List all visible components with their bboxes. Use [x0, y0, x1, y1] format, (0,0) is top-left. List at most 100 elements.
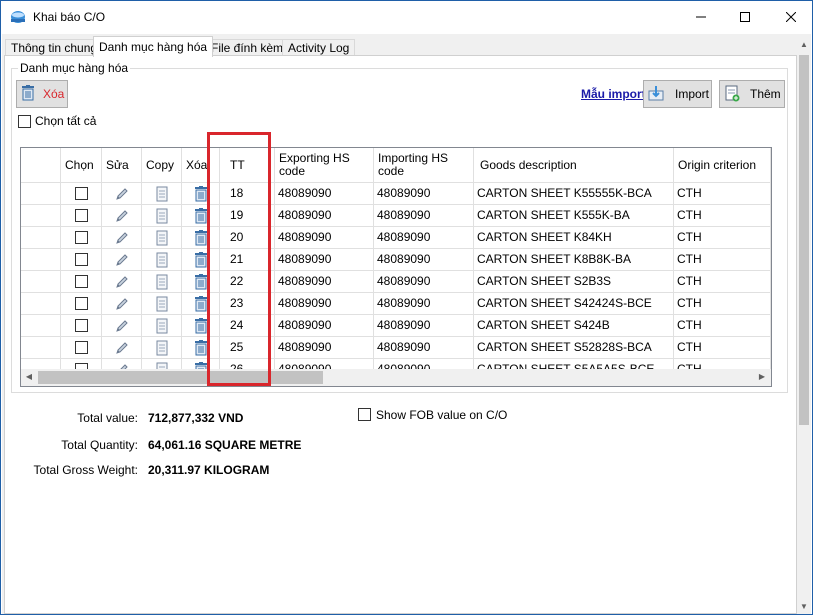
row-origin-criterion[interactable]: CTH — [674, 249, 771, 271]
row-exporting-hs[interactable]: 48089090 — [275, 205, 374, 227]
tab-goods-list[interactable]: Danh mục hàng hóa — [93, 36, 214, 57]
row-exporting-hs[interactable]: 48089090 — [275, 227, 374, 249]
row-goods-description[interactable]: CARTON SHEET K8B8K-BA — [474, 249, 674, 271]
col-header-edit[interactable]: Sửa — [102, 148, 142, 183]
show-fob-checkbox[interactable] — [358, 408, 371, 421]
row-select-checkbox[interactable] — [75, 187, 88, 200]
row-header[interactable] — [21, 293, 61, 315]
row-exporting-hs[interactable]: 48089090 — [275, 337, 374, 359]
row-goods-description[interactable]: CARTON SHEET S424B — [474, 315, 674, 337]
grid-horizontal-scroll-thumb[interactable] — [38, 371, 323, 384]
row-edit-button[interactable] — [102, 227, 142, 249]
row-edit-button[interactable] — [102, 293, 142, 315]
select-all-label: Chọn tất cả — [35, 114, 97, 128]
row-origin-criterion[interactable]: CTH — [674, 271, 771, 293]
row-edit-button[interactable] — [102, 271, 142, 293]
row-edit-button[interactable] — [102, 337, 142, 359]
row-edit-button[interactable] — [102, 183, 142, 205]
maximize-button[interactable] — [725, 5, 765, 29]
col-header-select[interactable]: Chọn — [61, 148, 102, 183]
row-header[interactable] — [21, 227, 61, 249]
row-header[interactable] — [21, 249, 61, 271]
row-copy-button[interactable] — [142, 337, 182, 359]
row-exporting-hs[interactable]: 48089090 — [275, 183, 374, 205]
row-goods-description[interactable]: CARTON SHEET S52828S-BCA — [474, 337, 674, 359]
row-importing-hs[interactable]: 48089090 — [374, 227, 474, 249]
row-select-checkbox[interactable] — [75, 297, 88, 310]
row-header[interactable] — [21, 183, 61, 205]
add-button[interactable]: Thêm — [719, 80, 785, 108]
row-origin-criterion[interactable]: CTH — [674, 293, 771, 315]
col-header-origin-criterion[interactable]: Origin criterion — [674, 148, 771, 183]
col-header-importing-hs[interactable]: Importing HS code — [374, 148, 474, 183]
row-goods-description[interactable]: CARTON SHEET K55555K-BCA — [474, 183, 674, 205]
row-origin-criterion[interactable]: CTH — [674, 205, 771, 227]
trash-icon — [22, 85, 34, 101]
row-header[interactable] — [21, 205, 61, 227]
row-select-checkbox[interactable] — [75, 341, 88, 354]
row-edit-button[interactable] — [102, 315, 142, 337]
row-importing-hs[interactable]: 48089090 — [374, 205, 474, 227]
import-template-link[interactable]: Mẫu import — [581, 87, 646, 101]
row-copy-button[interactable] — [142, 271, 182, 293]
panel-scroll-thumb[interactable] — [799, 55, 809, 425]
row-goods-description[interactable]: CARTON SHEET K555K-BA — [474, 205, 674, 227]
row-importing-hs[interactable]: 48089090 — [374, 293, 474, 315]
row-trash-icon — [194, 230, 207, 246]
import-button[interactable]: Import — [643, 80, 712, 108]
row-origin-criterion[interactable]: CTH — [674, 227, 771, 249]
minimize-button[interactable] — [681, 5, 721, 29]
row-copy-button[interactable] — [142, 249, 182, 271]
row-origin-criterion[interactable]: CTH — [674, 315, 771, 337]
select-all-checkbox[interactable] — [18, 115, 31, 128]
total-gross-weight: 20,311.97 KILOGRAM — [148, 463, 270, 477]
row-exporting-hs[interactable]: 48089090 — [275, 293, 374, 315]
row-select-checkbox[interactable] — [75, 253, 88, 266]
row-header[interactable] — [21, 337, 61, 359]
row-importing-hs[interactable]: 48089090 — [374, 337, 474, 359]
row-header[interactable] — [21, 271, 61, 293]
row-edit-button[interactable] — [102, 205, 142, 227]
row-goods-description[interactable]: CARTON SHEET S2B3S — [474, 271, 674, 293]
scroll-left-icon[interactable]: ◀ — [22, 372, 36, 381]
row-importing-hs[interactable]: 48089090 — [374, 183, 474, 205]
row-importing-hs[interactable]: 48089090 — [374, 249, 474, 271]
edit-pencil-icon — [115, 342, 128, 354]
panel-scroll-down-icon[interactable]: ▼ — [797, 602, 811, 611]
grid-vertical-scrollbar[interactable]: ▲ ▼ — [771, 148, 772, 369]
row-copy-button[interactable] — [142, 227, 182, 249]
row-importing-hs[interactable]: 48089090 — [374, 315, 474, 337]
panel-vertical-scrollbar[interactable]: ▲ ▼ — [797, 38, 811, 614]
row-trash-icon — [194, 296, 207, 312]
row-select-checkbox[interactable] — [75, 275, 88, 288]
row-goods-description[interactable]: CARTON SHEET S42424S-BCE — [474, 293, 674, 315]
col-header-goods-description[interactable]: Goods description — [474, 148, 674, 183]
row-header[interactable] — [21, 315, 61, 337]
close-button[interactable] — [771, 5, 811, 29]
row-copy-button[interactable] — [142, 205, 182, 227]
row-exporting-hs[interactable]: 48089090 — [275, 249, 374, 271]
row-copy-button[interactable] — [142, 315, 182, 337]
row-origin-criterion[interactable]: CTH — [674, 183, 771, 205]
panel-scroll-up-icon[interactable]: ▲ — [797, 40, 811, 49]
row-exporting-hs[interactable]: 48089090 — [275, 315, 374, 337]
row-goods-description[interactable]: CARTON SHEET K84KH — [474, 227, 674, 249]
row-select-checkbox[interactable] — [75, 319, 88, 332]
scroll-right-icon[interactable]: ▶ — [755, 372, 769, 381]
row-copy-button[interactable] — [142, 293, 182, 315]
row-edit-button[interactable] — [102, 249, 142, 271]
col-header-exporting-hs[interactable]: Exporting HS code — [275, 148, 374, 183]
group-title: Danh mục hàng hóa — [18, 61, 131, 75]
row-importing-hs[interactable]: 48089090 — [374, 271, 474, 293]
row-select-checkbox[interactable] — [75, 209, 88, 222]
row-origin-criterion[interactable]: CTH — [674, 337, 771, 359]
row-copy-button[interactable] — [142, 183, 182, 205]
tt-column-highlight — [207, 132, 271, 386]
grid-horizontal-scrollbar[interactable]: ◀ ▶ — [21, 369, 771, 386]
title-bar: Khai báo C/O — [1, 1, 812, 33]
row-select-checkbox[interactable] — [75, 231, 88, 244]
delete-selected-button[interactable]: Xóa — [16, 80, 68, 108]
goods-grid[interactable]: Chọn Sửa Copy Xóa TT Exporting HS code I… — [20, 147, 772, 387]
col-header-copy[interactable]: Copy — [142, 148, 182, 183]
row-exporting-hs[interactable]: 48089090 — [275, 271, 374, 293]
